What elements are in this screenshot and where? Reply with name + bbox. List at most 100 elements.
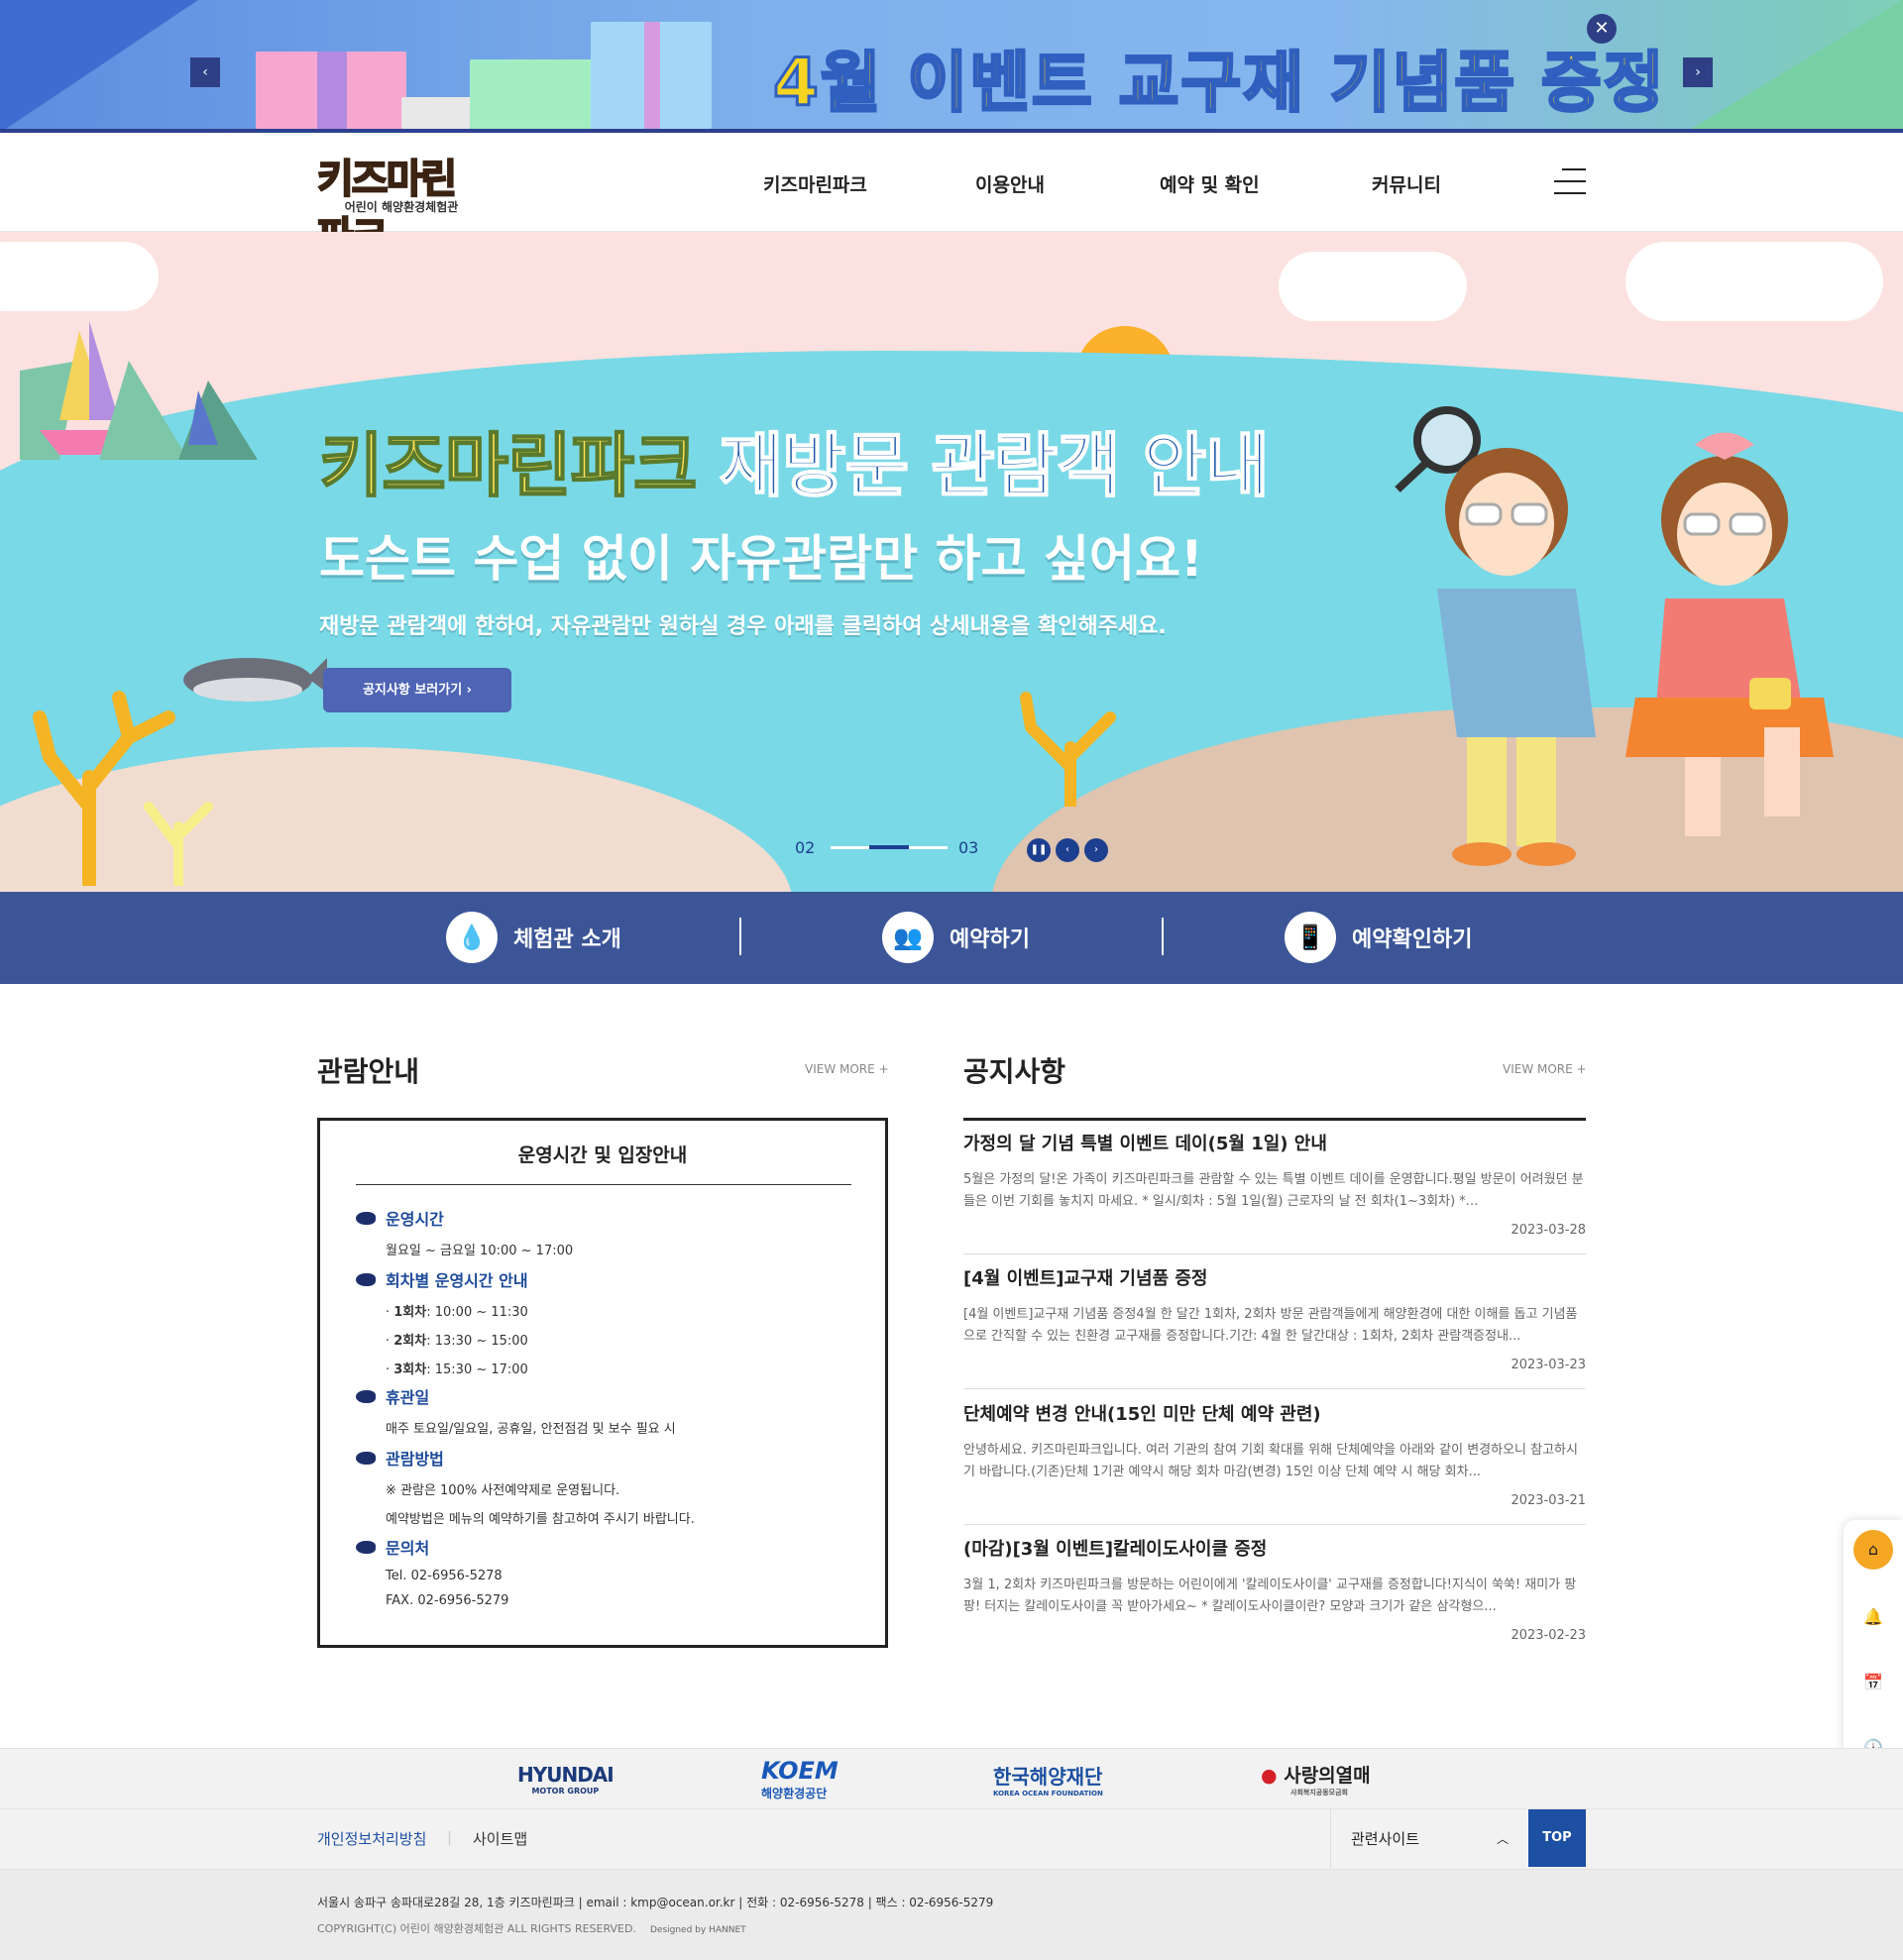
quick-reserve-check-link[interactable]: 📱 예약확인하기 xyxy=(1285,910,1472,965)
fruit-icon: ● xyxy=(1261,1765,1278,1787)
info-box-title: 운영시간 및 입장안내 xyxy=(517,1144,688,1166)
promo-decoration xyxy=(0,0,198,129)
bell-icon[interactable]: 🔔 xyxy=(1859,1603,1887,1631)
notice-item-desc: 안녕하세요. 키즈마린파크입니다. 여러 기관의 참여 기회 확대를 위해 단체… xyxy=(963,1443,1578,1479)
slide-prev-icon[interactable]: ‹ xyxy=(1056,838,1079,862)
notice-item-desc: 3월 1, 2회차 키즈마린파크를 방문하는 어린이에게 '칼레이도사이클' 교… xyxy=(963,1578,1577,1614)
promo-next-button[interactable]: › xyxy=(1683,57,1713,87)
notice-item[interactable]: [4월 이벤트]교구재 기념품 증정 [4월 이벤트]교구재 기념품 증정4월 … xyxy=(963,1264,1586,1389)
notice-item-title: 가정의 달 기념 특별 이벤트 데이(5월 1일) 안내 xyxy=(963,1134,1327,1154)
cloud-decoration xyxy=(1279,252,1467,321)
nav-community[interactable]: 커뮤니티 xyxy=(1372,170,1441,197)
divider xyxy=(356,1184,851,1185)
notice-item-title: [4월 이벤트]교구재 기념품 증정 xyxy=(963,1268,1208,1289)
guide-section-title: 관람안내 xyxy=(317,1055,420,1088)
info-line: Tel. 02-6956-5278 xyxy=(386,1569,503,1583)
chevron-up-icon: ︿ xyxy=(1496,1832,1509,1846)
slide-next-icon[interactable]: › xyxy=(1084,838,1108,862)
fish-icon xyxy=(356,1540,376,1554)
slide-progress-bar xyxy=(831,845,948,849)
info-line: FAX. 02-6956-5279 xyxy=(386,1593,509,1608)
footer-designer: Designed by HANNET xyxy=(649,1925,746,1935)
notice-item-title: (마감)[3월 이벤트]칼레이도사이클 증정 xyxy=(963,1539,1268,1560)
related-sites-label: 관련사이트 xyxy=(1351,1830,1420,1848)
info-section-method: 관람방법 ※ 관람은 100% 사전예약제로 운영됩니다. 예약방법은 메뉴의 … xyxy=(356,1446,695,1537)
gift-box-image xyxy=(470,59,607,129)
divider: | xyxy=(447,1828,453,1846)
related-sites-select[interactable]: 관련사이트 ︿ xyxy=(1330,1809,1528,1869)
hero-subtitle: 도슨트 수업 없이 자유관람만 하고 싶어요! xyxy=(319,530,1203,588)
info-section-hours: 운영시간 월요일 ~ 금요일 10:00 ~ 17:00 xyxy=(356,1206,573,1268)
people-icon: 👥 xyxy=(882,912,934,963)
notice-item-date: 2023-02-23 xyxy=(1511,1628,1586,1643)
notice-view-more-link[interactable]: VIEW MORE + xyxy=(1503,1062,1587,1076)
calendar-icon[interactable]: 📅 xyxy=(1859,1669,1887,1696)
guide-view-more-link[interactable]: VIEW MORE + xyxy=(805,1062,889,1076)
partner-logos: HYUNDAI MOTOR GROUP KOEM 해양환경공단 한국해양재단 K… xyxy=(0,1748,1903,1809)
quick-reserve-link[interactable]: 👥 예약하기 xyxy=(882,910,1030,965)
notice-item-desc: 5월은 가정의 달!온 가족이 키즈마린파크를 관람할 수 있는 특별 이벤트 … xyxy=(963,1172,1584,1209)
sitemap-link[interactable]: 사이트맵 xyxy=(473,1828,527,1849)
info-line: 매주 토요일/일요일, 공휴일, 안전점검 및 보수 필요 시 xyxy=(386,1422,676,1437)
home-icon[interactable]: ⌂ xyxy=(1853,1530,1893,1570)
info-line: · 1회차: 10:00 ~ 11:30 xyxy=(386,1305,528,1320)
kids-illustration xyxy=(1395,406,1834,866)
partner-love-fruit-logo[interactable]: ● 사랑의열매 사회복지공동모금회 xyxy=(1261,1761,1371,1797)
coral-illustration xyxy=(1020,692,1116,807)
cloud-decoration xyxy=(0,242,159,311)
nav-kidsmarinepark[interactable]: 키즈마린파크 xyxy=(763,170,867,197)
scroll-top-button[interactable]: TOP xyxy=(1528,1809,1586,1867)
info-line: 월요일 ~ 금요일 10:00 ~ 17:00 xyxy=(386,1244,574,1258)
divider xyxy=(1162,918,1164,955)
notice-item[interactable]: (마감)[3월 이벤트]칼레이도사이클 증정 3월 1, 2회차 키즈마린파크를… xyxy=(963,1535,1586,1660)
promo-decoration xyxy=(1685,0,1903,129)
footer-copyright: COPYRIGHT(C) 어린이 해양환경체험관 ALL RIGHTS RESE… xyxy=(317,1922,746,1935)
notice-item-date: 2023-03-28 xyxy=(1511,1223,1586,1238)
info-section-heading: 문의처 xyxy=(386,1539,430,1558)
partner-ocean-foundation-logo[interactable]: 한국해양재단 KOREA OCEAN FOUNDATION xyxy=(993,1761,1103,1797)
slide-progress-fill xyxy=(869,845,909,849)
coral-illustration xyxy=(33,691,213,886)
notice-item-desc: [4월 이벤트]교구재 기념품 증정4월 한 달간 1회차, 2회차 방문 관람… xyxy=(963,1307,1578,1344)
pause-icon[interactable]: ❚❚ xyxy=(1027,838,1051,862)
footer-links-bar: 개인정보처리방침 | 사이트맵 관련사이트 ︿ TOP xyxy=(0,1809,1903,1869)
info-line: · 3회차: 15:30 ~ 17:00 xyxy=(386,1362,528,1377)
hero-title: 키즈마린파크 재방문 관람객 안내 xyxy=(318,424,1271,507)
site-logo[interactable]: 키즈마린파크 어린이 해양환경체험관 xyxy=(316,147,486,261)
notice-section-title: 공지사항 xyxy=(963,1055,1066,1088)
quick-reserve-check-label: 예약확인하기 xyxy=(1352,927,1473,952)
notice-item[interactable]: 가정의 달 기념 특별 이벤트 데이(5월 1일) 안내 5월은 가정의 달!온… xyxy=(963,1130,1586,1254)
close-icon[interactable]: ✕ xyxy=(1587,14,1617,44)
phone-icon: 📱 xyxy=(1285,912,1336,963)
fish-icon xyxy=(356,1451,376,1465)
notice-item-date: 2023-03-23 xyxy=(1511,1358,1586,1372)
fish-icon xyxy=(356,1389,376,1403)
partner-hyundai-logo[interactable]: HYUNDAI MOTOR GROUP xyxy=(517,1763,615,1796)
info-section-closed: 휴관일 매주 토요일/일요일, 공휴일, 안전점검 및 보수 필요 시 xyxy=(356,1384,676,1447)
promo-prev-button[interactable]: ‹ xyxy=(190,57,220,87)
notice-item[interactable]: 단체예약 변경 안내(15인 미만 단체 예약 관련) 안녕하세요. 키즈마린파… xyxy=(963,1400,1586,1525)
hero-description: 재방문 관람객에 한하여, 자유관람만 원하실 경우 아래를 클릭하여 상세내용… xyxy=(319,614,1167,639)
fish-icon xyxy=(356,1211,376,1225)
operating-info-box: 운영시간 및 입장안내 운영시간 월요일 ~ 금요일 10:00 ~ 17:00… xyxy=(317,1118,888,1648)
logo-subtitle: 어린이 해양환경체험관 xyxy=(317,198,486,215)
info-line: · 2회차: 13:30 ~ 15:00 xyxy=(386,1334,528,1349)
quick-intro-link[interactable]: 💧 체험관 소개 xyxy=(446,910,621,965)
partner-koem-logo[interactable]: KOEM 해양환경공단 xyxy=(761,1757,839,1801)
promo-banner[interactable]: ‹ 4월 이벤트 교구재 기념품 증정 › ✕ xyxy=(0,0,1903,133)
slide-next-number: 03 xyxy=(958,838,979,857)
site-footer: 서울시 송파구 송파대로28길 28, 1층 키즈마린파크 | email : … xyxy=(0,1869,1903,1960)
hamburger-menu-icon[interactable] xyxy=(1554,168,1586,196)
info-section-sessions: 회차별 운영시간 안내 · 1회차: 10:00 ~ 11:30 · 2회차: … xyxy=(356,1267,528,1387)
divider xyxy=(739,918,741,955)
info-section-heading: 휴관일 xyxy=(386,1388,430,1407)
quick-reserve-label: 예약하기 xyxy=(950,927,1030,952)
fish-icon xyxy=(356,1272,376,1286)
gift-box-image xyxy=(644,22,660,129)
privacy-policy-link[interactable]: 개인정보처리방침 xyxy=(317,1828,426,1849)
slide-current-number: 02 xyxy=(795,838,816,857)
nav-guide[interactable]: 이용안내 xyxy=(975,170,1045,197)
nav-reservation[interactable]: 예약 및 확인 xyxy=(1160,170,1260,197)
notice-link-button[interactable]: 공지사항 보러가기 › xyxy=(323,668,511,712)
hero-slider: 키즈마린파크 재방문 관람객 안내 도슨트 수업 없이 자유관람만 하고 싶어요… xyxy=(0,232,1903,892)
